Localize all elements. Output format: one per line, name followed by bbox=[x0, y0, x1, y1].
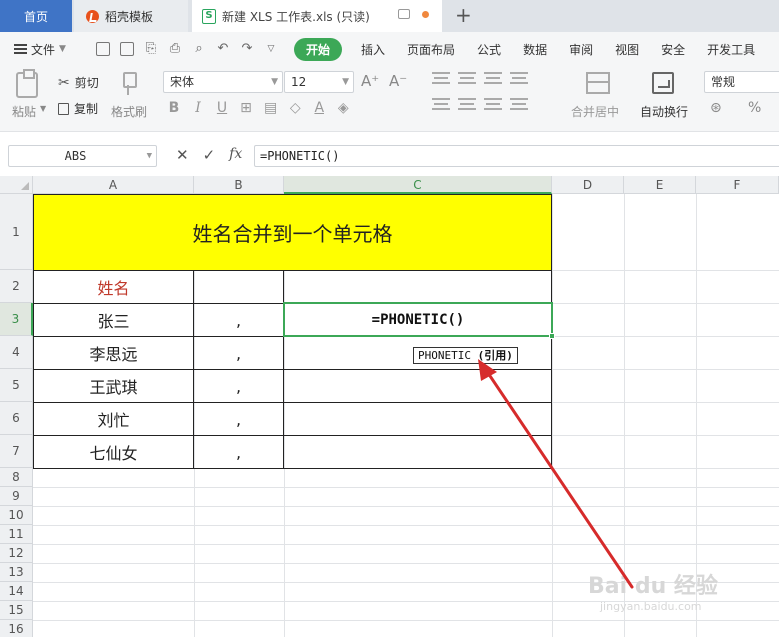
underline-icon[interactable]: U bbox=[216, 100, 228, 116]
fill-style-icon[interactable]: ▤ bbox=[264, 100, 277, 116]
chevron-down-icon: ▼ bbox=[342, 77, 349, 87]
font-size-select[interactable]: 12 ▼ bbox=[284, 71, 354, 93]
menu-bar: 文件 ▼ ⎘ ⎙ ⌕ ↶ ↷ ▽ 开始 插入 页面布局 公式 数据 审阅 视图 … bbox=[0, 32, 779, 66]
formula-buttons: ✕ ✓ fx bbox=[176, 146, 242, 164]
merge-center-icon[interactable] bbox=[586, 72, 610, 94]
new-tab-button[interactable]: + bbox=[455, 4, 472, 26]
font-name-value: 宋体 bbox=[170, 75, 195, 89]
docer-logo-icon bbox=[86, 9, 99, 23]
increase-font-icon[interactable]: A⁺ bbox=[361, 72, 379, 90]
confirm-icon[interactable]: ✓ bbox=[203, 146, 216, 164]
formula-input[interactable]: =PHONETIC() bbox=[254, 145, 779, 167]
copy-label: 复制 bbox=[74, 102, 99, 116]
tab-template-label: 稻壳模板 bbox=[105, 9, 154, 24]
align-bottom-icon[interactable] bbox=[484, 72, 502, 84]
copy-button[interactable]: 复制 bbox=[58, 100, 98, 117]
menu-tab-developer[interactable]: 开发工具 bbox=[696, 41, 766, 58]
currency-icon[interactable]: ⊛ bbox=[710, 100, 722, 116]
number-format-value: 常规 bbox=[711, 75, 736, 89]
tab-bar: 首页 稻壳模板 S 新建 XLS 工作表.xls (只读) + bbox=[0, 0, 779, 32]
insert-function-icon[interactable]: fx bbox=[229, 146, 242, 164]
formula-input-value: =PHONETIC() bbox=[260, 149, 340, 163]
merge-center-label[interactable]: 合并居中 bbox=[571, 103, 619, 120]
align-right-icon[interactable] bbox=[484, 98, 502, 110]
fill-color-icon[interactable]: ◇ bbox=[289, 100, 301, 116]
border-icon[interactable]: ⊞ bbox=[240, 100, 252, 116]
format-painter-icon[interactable] bbox=[119, 72, 137, 96]
unsaved-dot-icon[interactable] bbox=[422, 10, 429, 18]
hamburger-icon bbox=[14, 44, 27, 54]
annotation-arrow-line bbox=[484, 368, 634, 589]
open-folder-icon[interactable] bbox=[96, 42, 110, 56]
window-icon[interactable] bbox=[398, 9, 410, 19]
chevron-down-icon: ▼ bbox=[146, 151, 152, 161]
tab-home[interactable]: 首页 bbox=[0, 0, 72, 32]
paste-icon[interactable] bbox=[16, 69, 38, 98]
menu-tab-formulas[interactable]: 公式 bbox=[466, 41, 512, 58]
align-top-icon[interactable] bbox=[432, 72, 450, 84]
font-format-row: B I U ⊞ ▤ ◇ A ◈ bbox=[168, 100, 349, 116]
italic-icon[interactable]: I bbox=[192, 100, 204, 116]
menu-tab-insert[interactable]: 插入 bbox=[350, 41, 396, 58]
customize-icon[interactable]: ▽ bbox=[264, 42, 278, 56]
copy-icon bbox=[58, 102, 69, 115]
bold-icon[interactable]: B bbox=[168, 100, 180, 116]
ribbon: 粘贴 ▼ ✂ 剪切 复制 格式刷 宋体 ▼ 12 ▼ A⁺ A⁻ B I U ⊞… bbox=[0, 66, 779, 132]
name-box[interactable]: ABS ▼ bbox=[8, 145, 157, 167]
percent-icon[interactable]: % bbox=[748, 100, 761, 116]
print-icon[interactable]: ⎙ bbox=[168, 42, 182, 56]
format-painter-label[interactable]: 格式刷 bbox=[111, 103, 147, 120]
wrap-text-icon[interactable] bbox=[652, 72, 674, 94]
formula-bar: ABS ▼ ✕ ✓ fx =PHONETIC() bbox=[0, 140, 779, 173]
tab-template[interactable]: 稻壳模板 bbox=[74, 0, 188, 32]
save-icon[interactable] bbox=[120, 42, 134, 56]
menu-tab-view[interactable]: 视图 bbox=[604, 41, 650, 58]
clear-format-icon[interactable]: ◈ bbox=[337, 100, 349, 116]
text-direction-icon[interactable] bbox=[510, 72, 528, 84]
font-name-select[interactable]: 宋体 ▼ bbox=[163, 71, 283, 93]
menu-tabs: 开始 插入 页面布局 公式 数据 审阅 视图 安全 开发工具 bbox=[294, 37, 766, 61]
tab-document-label: 新建 XLS 工作表.xls (只读) bbox=[222, 9, 370, 24]
name-box-value: ABS bbox=[64, 149, 87, 163]
menu-tab-data[interactable]: 数据 bbox=[512, 41, 558, 58]
tab-home-label: 首页 bbox=[23, 9, 48, 24]
font-size-value: 12 bbox=[291, 75, 307, 89]
redo-icon[interactable]: ↷ bbox=[240, 42, 254, 56]
cut-button[interactable]: ✂ 剪切 bbox=[58, 74, 99, 91]
paste-dropdown-icon[interactable]: ▼ bbox=[40, 104, 46, 113]
file-menu[interactable]: 文件 ▼ bbox=[0, 41, 90, 58]
number-format-select[interactable]: 常规 bbox=[704, 71, 779, 93]
quick-access-toolbar: ⎘ ⎙ ⌕ ↶ ↷ ▽ bbox=[96, 42, 278, 56]
wrap-text-label[interactable]: 自动换行 bbox=[640, 103, 688, 120]
decrease-font-icon[interactable]: A⁻ bbox=[389, 72, 407, 90]
spreadsheet-grid[interactable]: A B C D E F 1 2 3 4 5 6 7 8 9 10 11 12 1… bbox=[0, 176, 779, 637]
menu-tab-home[interactable]: 开始 bbox=[294, 37, 343, 61]
annotation-arrow bbox=[478, 359, 634, 589]
alignment-group bbox=[432, 72, 552, 110]
menu-tab-page-layout[interactable]: 页面布局 bbox=[396, 41, 466, 58]
export-icon[interactable]: ⎘ bbox=[144, 42, 158, 56]
font-color-icon[interactable]: A bbox=[313, 100, 325, 116]
spreadsheet-icon: S bbox=[202, 8, 216, 24]
menu-tab-review[interactable]: 审阅 bbox=[558, 41, 604, 58]
scissors-icon: ✂ bbox=[58, 74, 70, 91]
tab-actions bbox=[398, 9, 429, 19]
print-preview-icon[interactable]: ⌕ bbox=[192, 42, 206, 56]
annotation-arrow-head bbox=[478, 359, 497, 381]
cancel-icon[interactable]: ✕ bbox=[176, 146, 189, 164]
justify-icon[interactable] bbox=[510, 98, 528, 110]
undo-icon[interactable]: ↶ bbox=[216, 42, 230, 56]
menu-tab-security[interactable]: 安全 bbox=[650, 41, 696, 58]
file-menu-label: 文件 bbox=[31, 42, 56, 57]
align-left-icon[interactable] bbox=[432, 98, 450, 110]
chevron-down-icon: ▼ bbox=[59, 44, 66, 54]
chevron-down-icon: ▼ bbox=[271, 77, 278, 87]
paste-label[interactable]: 粘贴 bbox=[12, 103, 36, 120]
align-center-icon[interactable] bbox=[458, 98, 476, 110]
align-middle-icon[interactable] bbox=[458, 72, 476, 84]
cut-label: 剪切 bbox=[74, 76, 99, 90]
